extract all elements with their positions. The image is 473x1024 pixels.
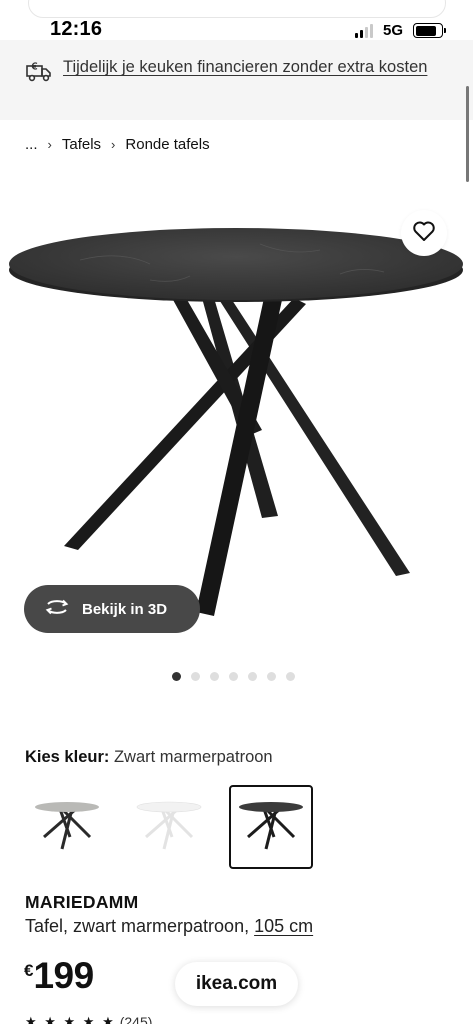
- gallery-dot[interactable]: [191, 672, 200, 681]
- view-3d-button[interactable]: Bekijk in 3D: [24, 585, 200, 633]
- gallery-dot[interactable]: [210, 672, 219, 681]
- rating-count: (245): [119, 1014, 153, 1024]
- promo-link[interactable]: Tijdelijk je keuken financieren zonder e…: [63, 55, 433, 80]
- gallery-dot[interactable]: [248, 672, 257, 681]
- view-3d-label: Bekijk in 3D: [82, 600, 168, 618]
- browser-url-pill[interactable]: ikea.com: [175, 962, 298, 1006]
- network-type: 5G: [382, 22, 403, 39]
- breadcrumb: ... › Tafels › Ronde tafels: [25, 136, 210, 153]
- gallery-dot[interactable]: [229, 672, 238, 681]
- truck-euro-icon: [26, 60, 52, 87]
- signal-icon: [354, 23, 373, 38]
- gallery-pagination[interactable]: [172, 672, 295, 681]
- table-thumbnail-grey: [35, 802, 99, 850]
- status-time: 12:16: [50, 18, 103, 40]
- table-thumbnail-black: [239, 802, 303, 850]
- product-rating[interactable]: ★ ★ ★ ★ ★ (245): [25, 1014, 152, 1024]
- swatch-white[interactable]: [127, 785, 211, 869]
- swatch-black-marble[interactable]: [229, 785, 313, 869]
- gallery-dot[interactable]: [267, 672, 276, 681]
- gallery-dot[interactable]: [172, 672, 181, 681]
- favorite-button[interactable]: [401, 210, 447, 256]
- product-price: € 199: [24, 955, 94, 997]
- chevron-right-icon: ›: [47, 137, 52, 152]
- color-label-title: Kies kleur:: [25, 748, 110, 766]
- price-currency: €: [24, 961, 34, 980]
- color-swatches: [25, 785, 313, 869]
- battery-icon: [413, 23, 446, 38]
- breadcrumb-ellipsis[interactable]: ...: [25, 136, 38, 153]
- product-size-link[interactable]: 105 cm: [254, 916, 313, 936]
- breadcrumb-item-ronde-tafels[interactable]: Ronde tafels: [125, 136, 209, 153]
- rotate-3d-icon: [44, 598, 70, 620]
- heart-outline-icon: [412, 220, 436, 247]
- product-name: MARIEDAMM: [25, 892, 139, 912]
- price-amount: 199: [33, 955, 94, 996]
- product-description-text: Tafel, zwart marmerpatroon,: [25, 916, 250, 936]
- chevron-right-icon: ›: [111, 137, 116, 152]
- status-indicators: 5G: [354, 22, 446, 39]
- gallery-dot[interactable]: [286, 672, 295, 681]
- scrollbar[interactable]: [466, 86, 469, 182]
- promo-banner[interactable]: Tijdelijk je keuken financieren zonder e…: [0, 40, 473, 120]
- product-description: Tafel, zwart marmerpatroon, 105 cm: [25, 916, 313, 937]
- breadcrumb-item-tafels[interactable]: Tafels: [62, 136, 101, 153]
- rating-stars: ★ ★ ★ ★ ★: [25, 1014, 116, 1024]
- color-value: Zwart marmerpatroon: [113, 748, 273, 766]
- table-thumbnail-white: [136, 801, 202, 850]
- color-label: Kies kleur: Zwart marmerpatroon: [25, 748, 273, 767]
- swatch-grey[interactable]: [25, 785, 109, 869]
